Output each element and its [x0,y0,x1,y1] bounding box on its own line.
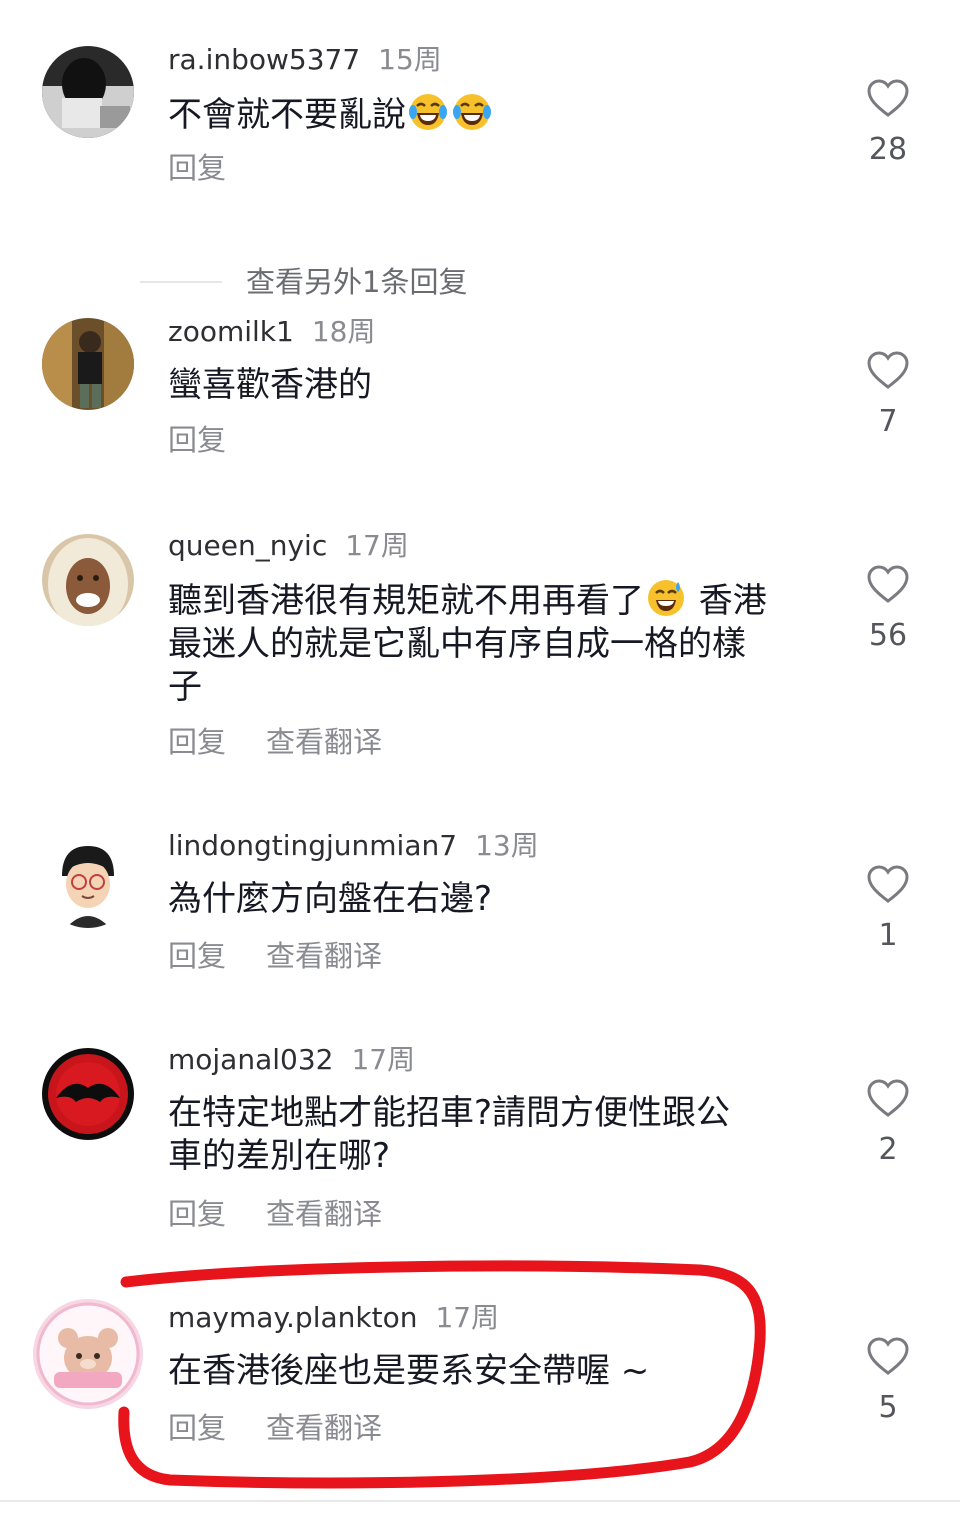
comment-meta: mojanal032 17周 [168,1040,415,1080]
comment-text-content: 為什麼方向盤在右邊? [168,879,493,919]
comment-text-line: 最迷人的就是它亂中有序自成一格的樣 [168,624,746,664]
comment-text-line: 子 [168,667,202,707]
translate-button[interactable]: 查看翻译 [266,722,382,762]
laughing-crying-emoji-icon [409,94,447,130]
like-button[interactable]: 5 [862,1336,914,1428]
comment-text: 不會就不要亂說 [168,92,818,137]
avatar[interactable] [42,1048,134,1140]
comment-actions: 回复 查看翻译 [168,1408,382,1448]
timestamp: 13周 [475,829,539,862]
translate-button[interactable]: 查看翻译 [266,936,382,976]
view-more-replies-label[interactable]: 查看另外1条回复 [246,262,467,302]
comment-actions: 回复 查看翻译 [168,936,382,976]
heart-outline-icon[interactable] [866,1336,910,1376]
timestamp: 17周 [345,529,409,562]
like-count: 7 [878,404,898,439]
avatar[interactable] [32,1298,144,1410]
heart-outline-icon[interactable] [866,350,910,390]
comment-meta: ra.inbow5377 15周 [168,40,442,80]
avatar[interactable] [42,46,134,138]
comment-meta: lindongtingjunmian7 13周 [168,826,539,866]
username[interactable]: queen_nyic [168,529,327,562]
comment-text-content: 不會就不要亂說 [168,95,406,135]
username[interactable]: mojanal032 [168,1043,333,1076]
comment-text-line: 聽到香港很有規矩就不用再看了 香港 [168,578,818,623]
comment-actions: 回复 查看翻译 [168,1194,382,1234]
comment-text: 在香港後座也是要系安全帶喔 ~ [168,1350,818,1393]
comment-text: 為什麼方向盤在右邊? [168,878,818,921]
comment-actions: 回复 [168,420,226,460]
like-count: 28 [868,132,908,167]
like-button[interactable]: 1 [862,864,914,956]
avatar[interactable] [42,318,134,410]
reply-button[interactable]: 回复 [168,1194,226,1234]
heart-outline-icon[interactable] [866,564,910,604]
comment-text-line: 在特定地點才能招車?請問方便性跟公 [168,1093,731,1133]
comment-meta: maymay.plankton 17周 [168,1298,499,1338]
comment-text: 聽到香港很有規矩就不用再看了 香港 最迷人的就是它亂中有序自成一格的樣 子 [168,578,818,709]
reply-button[interactable]: 回复 [168,148,226,188]
like-button[interactable]: 28 [862,78,914,170]
timestamp: 15周 [378,43,442,76]
timestamp: 17周 [351,1043,416,1076]
username[interactable]: maymay.plankton [168,1301,417,1334]
heart-outline-icon[interactable] [866,864,910,904]
translate-button[interactable]: 查看翻译 [266,1194,382,1234]
comment-text-content: 香港 [688,581,767,621]
username[interactable]: zoomilk1 [168,315,294,348]
username[interactable]: ra.inbow5377 [168,43,360,76]
laughing-crying-emoji-icon [453,94,491,130]
comment-text: 蠻喜歡香港的 [168,364,818,407]
reply-button[interactable]: 回复 [168,722,226,762]
reply-button[interactable]: 回复 [168,420,226,460]
red-highlight-annotation [118,1260,766,1489]
comment-text-content: 聽到香港很有規矩就不用再看了 [168,581,644,621]
reply-button[interactable]: 回复 [168,936,226,976]
like-count: 56 [868,618,908,653]
comment-meta: zoomilk1 18周 [168,312,375,352]
comment-meta: queen_nyic 17周 [168,526,409,566]
like-count: 5 [878,1390,898,1425]
heart-outline-icon[interactable] [866,1078,910,1118]
comment-text-content: 蠻喜歡香港的 [168,365,372,405]
comment-text-line: 車的差別在哪? [168,1136,391,1176]
translate-button[interactable]: 查看翻译 [266,1408,382,1448]
like-button[interactable]: 7 [862,350,914,442]
like-count: 2 [878,1132,898,1167]
username[interactable]: lindongtingjunmian7 [168,829,457,862]
timestamp: 18周 [311,315,376,348]
reply-button[interactable]: 回复 [168,1408,226,1448]
timestamp: 17周 [435,1301,500,1334]
avatar[interactable] [42,836,134,928]
avatar[interactable] [42,534,134,626]
comment-actions: 回复 [168,148,226,188]
heart-outline-icon[interactable] [866,78,910,118]
sweat-smile-emoji-icon [648,580,684,616]
comment-text: 在特定地點才能招車?請問方便性跟公 車的差別在哪? [168,1092,818,1178]
comment-actions: 回复 查看翻译 [168,722,382,762]
divider [0,1500,960,1502]
comment-text-content: 在香港後座也是要系安全帶喔 ~ [168,1351,650,1391]
divider [140,281,222,283]
like-button[interactable]: 2 [862,1078,914,1170]
like-button[interactable]: 56 [862,564,914,656]
like-count: 1 [878,918,898,953]
